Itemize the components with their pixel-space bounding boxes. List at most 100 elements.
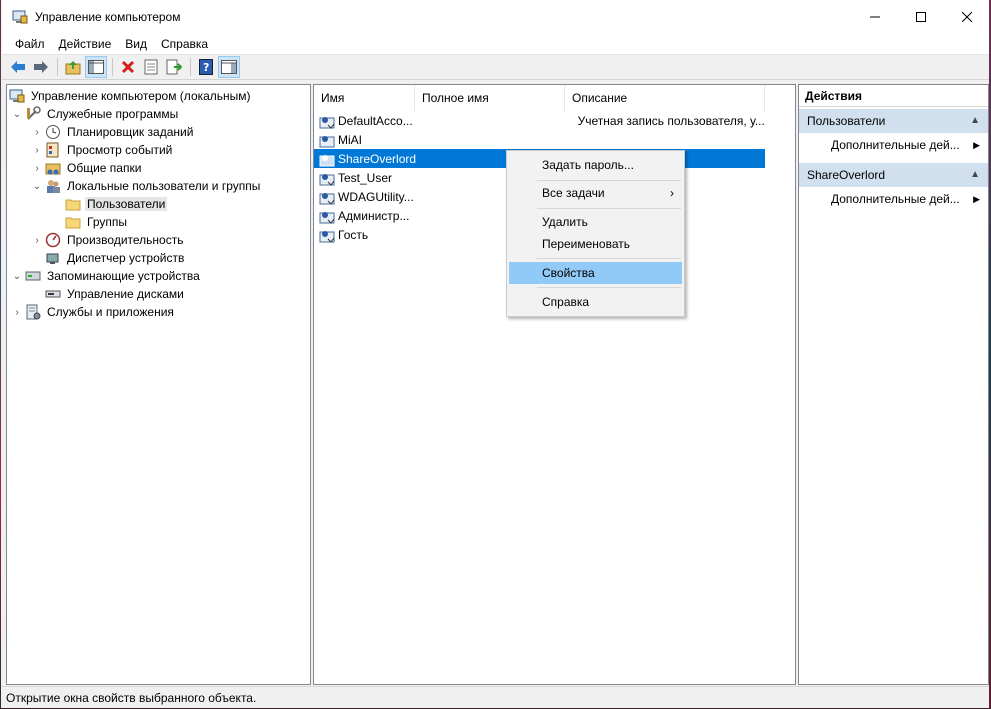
menu-help[interactable]: Справка — [154, 37, 215, 51]
show-hide-action-pane-icon[interactable] — [218, 56, 240, 78]
collapse-arrow-icon[interactable]: ▲ — [970, 163, 980, 187]
chevron-right-icon[interactable]: › — [29, 141, 45, 159]
context-menu-rename[interactable]: Переименовать — [509, 233, 682, 255]
actions-more-shareoverlord[interactable]: Дополнительные дей... ▶ — [799, 187, 988, 211]
context-menu-separator — [537, 258, 681, 259]
actions-group-label: ShareOverlord — [807, 168, 886, 182]
help-icon[interactable]: ? — [195, 56, 217, 78]
context-menu: Задать пароль... Все задачи › Удалить Пе… — [506, 150, 685, 317]
tree-label: Производительность — [67, 233, 184, 247]
user-icon — [319, 170, 335, 186]
maximize-button[interactable] — [898, 0, 944, 34]
context-menu-help[interactable]: Справка — [509, 291, 682, 313]
close-button[interactable] — [944, 0, 990, 34]
delete-icon[interactable] — [117, 56, 139, 78]
chevron-down-icon[interactable]: ⌄ — [9, 105, 25, 123]
context-menu-delete[interactable]: Удалить — [509, 211, 682, 233]
title-bar[interactable]: Управление компьютером — [2, 0, 990, 34]
context-menu-all-tasks[interactable]: Все задачи › — [509, 182, 682, 204]
tree-label: Локальные пользователи и группы — [67, 179, 261, 193]
user-icon — [319, 227, 335, 243]
minimize-button[interactable] — [852, 0, 898, 34]
tree-node-shared-folders[interactable]: › Общие папки — [29, 159, 143, 177]
tree-node-event-viewer[interactable]: › Просмотр событий — [29, 141, 174, 159]
status-bar: Открытие окна свойств выбранного объекта… — [2, 686, 990, 708]
desktop-edge-left — [0, 0, 1, 708]
actions-group-users[interactable]: Пользователи ▲ — [799, 109, 988, 133]
user-icon — [319, 113, 335, 129]
actions-group-label: Пользователи — [807, 114, 886, 128]
tree-label: Пользователи — [85, 197, 168, 211]
export-list-icon[interactable] — [163, 56, 185, 78]
actions-group-shareoverlord[interactable]: ShareOverlord ▲ — [799, 163, 988, 187]
chevron-down-icon[interactable]: ⌄ — [9, 267, 25, 285]
tree-node-device-manager[interactable]: Диспетчер устройств — [45, 249, 186, 267]
tree-node-system-tools[interactable]: ⌄ Служебные программы — [9, 105, 180, 123]
tree-node-services-applications[interactable]: › Службы и приложения — [9, 303, 176, 321]
actions-more-users[interactable]: Дополнительные дей... ▶ — [799, 133, 988, 157]
user-icon — [319, 151, 335, 167]
svg-text:?: ? — [203, 61, 209, 74]
tree-label: Управление дисками — [67, 287, 184, 301]
forward-arrow-icon[interactable] — [30, 56, 52, 78]
tree-node-disk-management[interactable]: Управление дисками — [45, 285, 186, 303]
context-menu-set-password[interactable]: Задать пароль... — [509, 154, 682, 176]
actions-item-label: Дополнительные дей... — [831, 192, 960, 206]
tree-label: Общие папки — [67, 161, 142, 175]
user-icon — [319, 132, 335, 148]
tree-label: Управление компьютером (локальным) — [31, 89, 251, 103]
performance-icon — [45, 232, 61, 248]
tree-label: Диспетчер устройств — [67, 251, 185, 265]
menu-bar: Файл Действие Вид Справка — [2, 34, 990, 54]
list-row[interactable]: DefaultAcco... Учетная запись пользовате… — [314, 111, 765, 130]
collapse-arrow-icon[interactable]: ▲ — [970, 109, 980, 133]
services-icon — [25, 304, 41, 320]
tree-label: Планировщик заданий — [67, 125, 194, 139]
menu-action[interactable]: Действие — [52, 37, 119, 51]
chevron-right-icon[interactable]: › — [29, 231, 45, 249]
storage-icon — [25, 268, 41, 284]
context-menu-properties[interactable]: Свойства — [509, 262, 682, 284]
window-title: Управление компьютером — [35, 10, 181, 24]
computer-management-window: Управление компьютером Файл Действие Вид… — [0, 0, 991, 708]
clock-icon — [45, 124, 61, 140]
console-tree[interactable]: Управление компьютером (локальным) ⌄ Слу… — [6, 84, 311, 685]
user-name: ShareOverlord — [338, 151, 417, 166]
list-header: Имя Полное имя Описание — [314, 85, 795, 111]
chevron-down-icon[interactable]: ⌄ — [29, 177, 45, 195]
tree-node-task-scheduler[interactable]: › Планировщик заданий — [29, 123, 195, 141]
chevron-right-icon[interactable]: › — [29, 159, 45, 177]
tree-node-users[interactable]: Пользователи — [65, 195, 168, 213]
computer-management-icon — [9, 88, 25, 104]
tree-label: Служебные программы — [47, 107, 179, 121]
tree-node-storage[interactable]: ⌄ Запоминающие устройства — [9, 267, 202, 285]
user-name: Гость — [338, 227, 369, 242]
user-name: Test_User — [338, 170, 393, 185]
column-header-name[interactable]: Имя — [314, 85, 415, 111]
properties-icon[interactable] — [140, 56, 162, 78]
column-header-full-name[interactable]: Полное имя — [415, 85, 565, 111]
tree-node-local-users-groups[interactable]: ⌄ Локальные пользователи и группы — [29, 177, 262, 195]
context-menu-separator — [537, 287, 681, 288]
tree-node-computer-management[interactable]: Управление компьютером (локальным) — [9, 87, 253, 105]
chevron-right-icon[interactable]: › — [9, 303, 25, 321]
menu-view[interactable]: Вид — [118, 37, 154, 51]
submenu-arrow-icon: ▶ — [973, 194, 980, 204]
tree-node-performance[interactable]: › Производительность — [29, 231, 185, 249]
tree-label: Запоминающие устройства — [47, 269, 200, 283]
list-row[interactable]: MiAI — [314, 130, 765, 149]
user-name: DefaultAcco... — [338, 113, 413, 128]
menu-file[interactable]: Файл — [8, 37, 52, 51]
column-header-description[interactable]: Описание — [565, 85, 765, 111]
actions-item-label: Дополнительные дей... — [831, 138, 960, 152]
user-name: WDAGUtility... — [338, 189, 414, 204]
tree-label: Просмотр событий — [67, 143, 173, 157]
tree-label: Группы — [87, 215, 127, 229]
up-folder-icon[interactable] — [62, 56, 84, 78]
context-menu-label: Все задачи — [542, 186, 605, 200]
device-manager-icon — [45, 250, 61, 266]
back-arrow-icon[interactable] — [7, 56, 29, 78]
show-hide-console-tree-icon[interactable] — [85, 56, 107, 78]
tree-node-groups[interactable]: Группы — [65, 213, 129, 231]
chevron-right-icon[interactable]: › — [29, 123, 45, 141]
